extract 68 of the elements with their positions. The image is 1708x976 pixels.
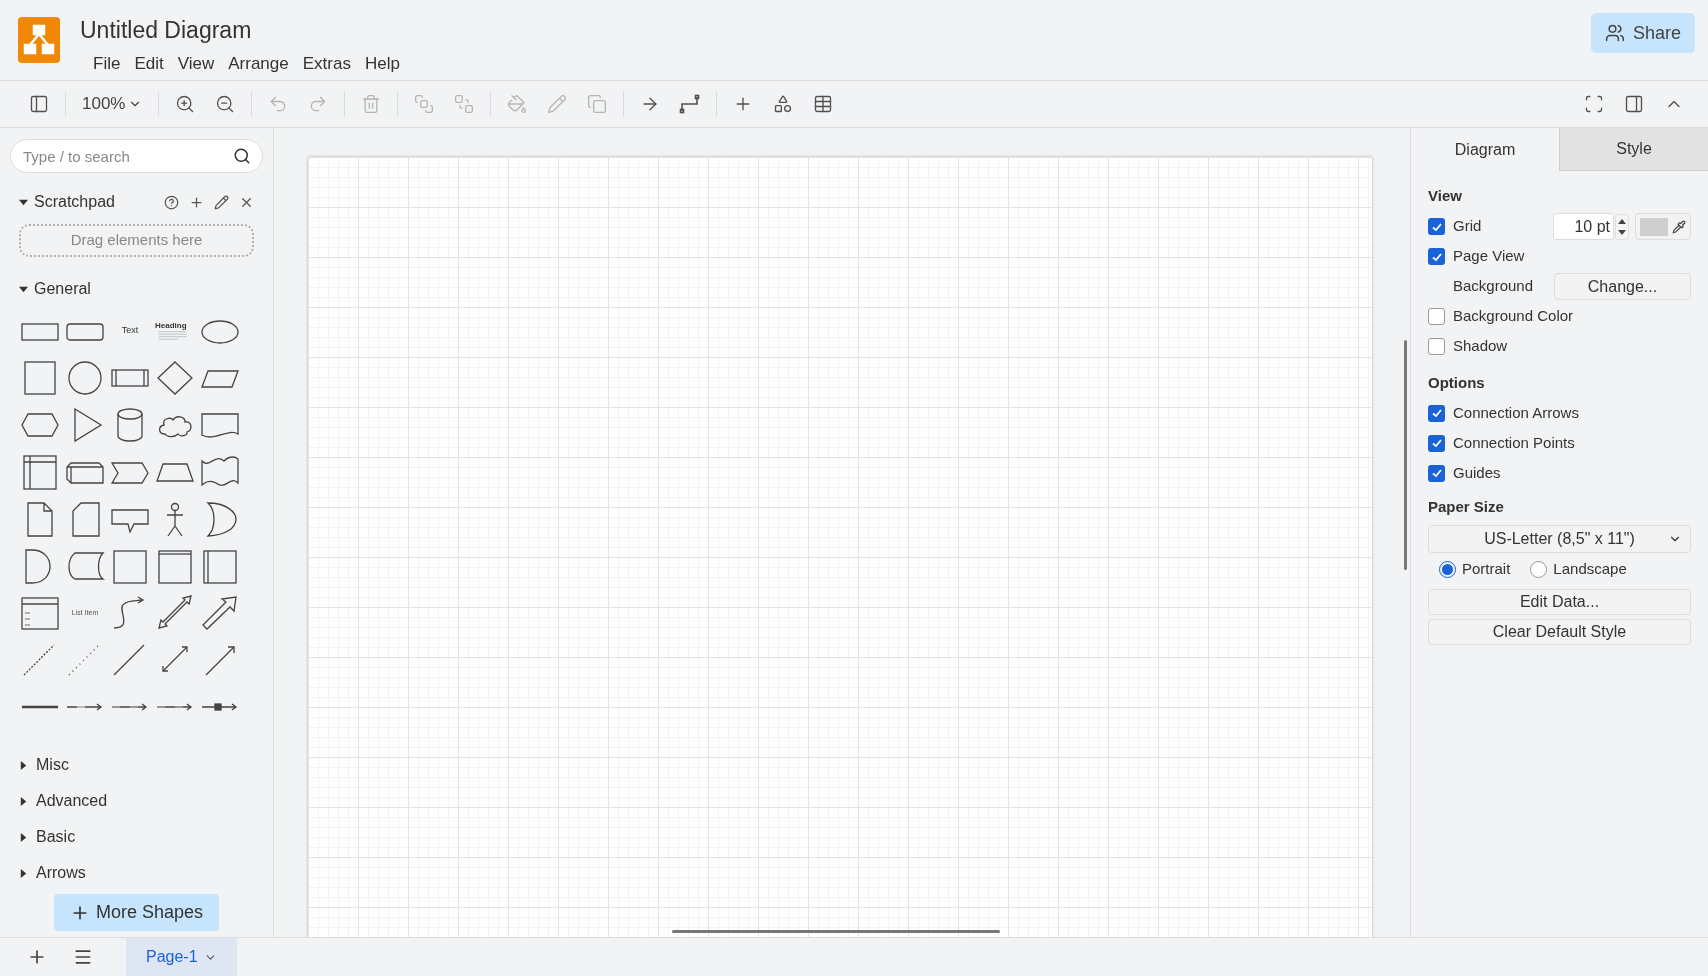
checkbox-label: Guides <box>1453 462 1501 483</box>
menu-icon[interactable] <box>73 947 93 967</box>
checkbox-label: Background Color <box>1453 306 1574 327</box>
general-header[interactable]: General <box>0 277 273 301</box>
menu-item[interactable]: Extras <box>297 50 356 78</box>
grid-color-picker[interactable] <box>1635 213 1691 240</box>
more-shapes-button[interactable]: More Shapes <box>53 894 220 931</box>
section-header[interactable]: Basic <box>19 825 254 849</box>
background-label: Background <box>1453 276 1534 297</box>
pencil-icon[interactable] <box>214 194 229 210</box>
scratchpad-header[interactable]: Scratchpad <box>19 190 115 214</box>
search-field[interactable]: Type / to search <box>10 139 263 173</box>
section-title: Options <box>1428 372 1486 393</box>
caret-icon <box>19 796 28 806</box>
check-icon <box>1430 407 1443 419</box>
change-background-button[interactable]: Change... <box>1554 273 1691 300</box>
radio-label: Landscape <box>1553 558 1627 579</box>
users-icon <box>1604 23 1625 43</box>
menu-item[interactable]: Arrange <box>223 50 294 78</box>
paper-size-select[interactable]: US-Letter (8,5" x 11") <box>1428 524 1691 553</box>
help-icon[interactable] <box>164 194 179 210</box>
checkbox-label: Grid <box>1453 216 1482 237</box>
checkbox-label: Page View <box>1453 246 1525 267</box>
menu-item[interactable]: Help <box>359 50 405 78</box>
spinner-icon[interactable] <box>1615 213 1629 240</box>
checkbox[interactable] <box>1428 218 1445 235</box>
checkbox-label: Connection Points <box>1453 432 1575 453</box>
checkbox[interactable] <box>1428 308 1445 325</box>
menu-item[interactable]: Edit <box>129 50 169 78</box>
radio-label: Portrait <box>1462 558 1511 579</box>
checkbox[interactable] <box>1428 434 1445 452</box>
text-shape[interactable]: Text <box>108 311 152 351</box>
diagram-title[interactable]: Untitled Diagram <box>80 17 405 43</box>
checkbox[interactable] <box>1428 464 1445 482</box>
zoom-dropdown[interactable]: 100% <box>78 91 147 117</box>
checkbox-label: Shadow <box>1453 336 1508 357</box>
panel-tab[interactable]: Style <box>1560 128 1708 171</box>
checkbox[interactable] <box>1428 404 1445 422</box>
scrollbar[interactable] <box>1404 340 1407 570</box>
app-logo-icon <box>18 17 60 63</box>
caret-icon <box>19 284 28 294</box>
panel-button[interactable]: Clear Default Style <box>1428 618 1691 645</box>
section-header[interactable]: Misc <box>19 753 254 777</box>
caret-icon <box>19 868 28 878</box>
radio-button[interactable] <box>1530 560 1548 578</box>
page-tab[interactable]: Page-1 <box>126 937 237 976</box>
share-button[interactable]: Share <box>1590 13 1695 53</box>
menu-item[interactable]: File <box>88 50 126 78</box>
menu-item[interactable]: View <box>172 50 220 78</box>
check-icon <box>1430 467 1443 479</box>
search-icon[interactable] <box>233 147 251 165</box>
eyedropper-icon <box>1672 219 1686 234</box>
panel-button[interactable]: Edit Data... <box>1428 588 1691 615</box>
checkbox[interactable] <box>1428 338 1445 355</box>
drop-area: Drag elements here <box>19 224 254 257</box>
section-title: View <box>1428 186 1463 206</box>
caret-icon <box>19 197 28 207</box>
check-icon <box>1430 437 1443 449</box>
section-title: Paper Size <box>1428 497 1505 517</box>
caret-icon <box>19 760 28 770</box>
caret-icon <box>19 832 28 842</box>
plus-icon[interactable] <box>189 194 204 210</box>
section-header[interactable]: Advanced <box>19 789 254 813</box>
checkbox[interactable] <box>1428 248 1445 265</box>
scrollbar[interactable] <box>672 930 1000 933</box>
checkbox-label: Connection Arrows <box>1453 402 1579 423</box>
section-header[interactable]: Arrows <box>19 861 254 885</box>
grid-size-field[interactable]: 10 pt <box>1553 213 1614 240</box>
